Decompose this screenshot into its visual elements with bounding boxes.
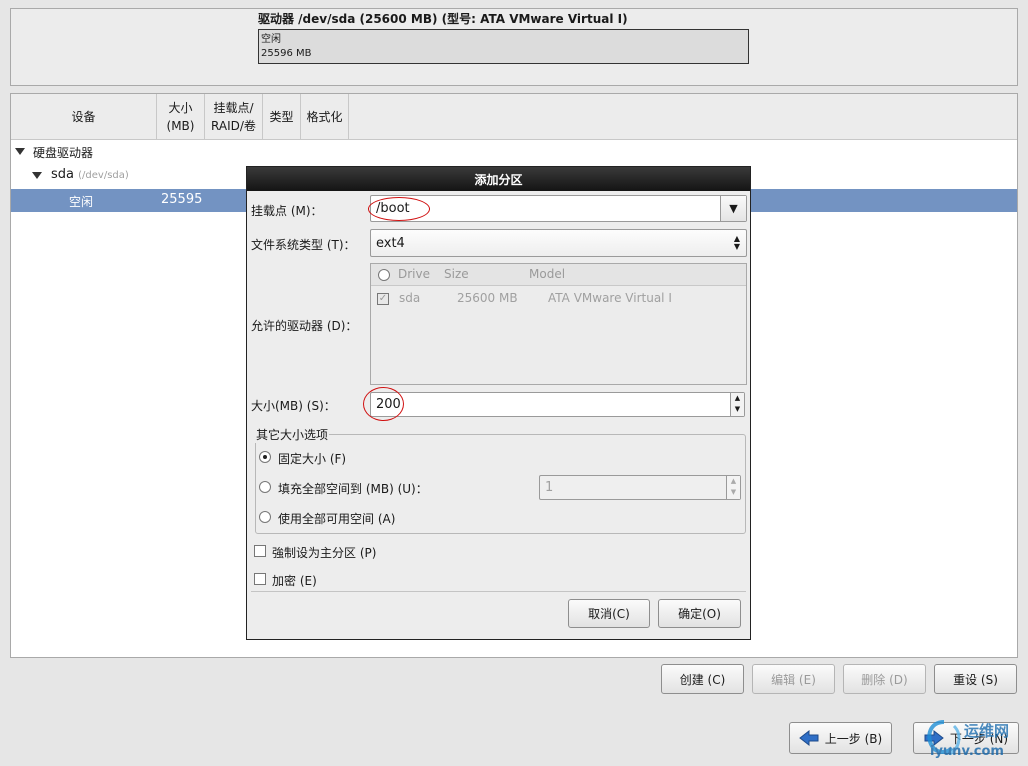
dialog-title: 添加分区 (247, 167, 750, 191)
drive-bar-label: 空闲 (261, 34, 281, 45)
force-primary-label[interactable]: 強制设为主分区 (P) (272, 544, 376, 561)
allowed-drives-list[interactable]: Drive Size Model ✓ sda 25600 MB ATA VMwa… (370, 263, 747, 385)
filesystem-type-value: ext4 (376, 235, 405, 251)
tree-item-disk[interactable]: sda (/dev/sda) (51, 167, 129, 182)
disk-path: (/dev/sda) (78, 170, 129, 181)
back-arrow-icon (798, 730, 819, 746)
cancel-button[interactable]: 取消(C) (568, 599, 650, 628)
column-header-type[interactable]: 类型 (263, 94, 301, 140)
allowed-drives-label: 允许的驱动器 (D)： (251, 319, 358, 333)
drive-sda-checkbox[interactable]: ✓ (377, 293, 389, 305)
annotation-ellipse (363, 387, 404, 421)
back-button[interactable]: 上一步 (B) (789, 722, 892, 754)
expander-down-icon[interactable] (15, 148, 25, 155)
tree-group-hard-drives[interactable]: 硬盘驱动器 (33, 144, 93, 161)
create-button[interactable]: 创建 (C) (661, 664, 744, 694)
drive-list-col-size[interactable]: Size (444, 267, 469, 281)
size-label: 大小(MB) (S)： (251, 399, 336, 413)
fixed-size-label[interactable]: 固定大小 (F) (278, 450, 346, 467)
filesystem-type-label: 文件系统类型 (T)： (251, 238, 356, 252)
column-header-mount[interactable]: 挂载点/ RAID/卷 (205, 94, 263, 140)
drive-list-header: Drive Size Model (371, 264, 746, 286)
fill-to-label[interactable]: 填充全部空间到 (MB) (U)： (278, 480, 428, 497)
size-spinbox[interactable]: 200 ▲ ▼ (370, 392, 745, 417)
force-primary-checkbox[interactable] (254, 545, 266, 557)
edit-button[interactable]: 编辑 (E) (752, 664, 835, 694)
delete-button[interactable]: 删除 (D) (843, 664, 926, 694)
header-select-radio (378, 269, 390, 281)
column-header-filler (349, 94, 1017, 140)
watermark-text-bottom: iyunv.com (930, 744, 1004, 759)
fill-to-radio[interactable] (259, 481, 271, 493)
drive-title: 驱动器 /dev/sda (25600 MB) (型号: ATA VMware … (258, 12, 628, 26)
ok-button[interactable]: 确定(O) (658, 599, 741, 628)
expander-down-icon[interactable] (32, 172, 42, 179)
drive-list-col-drive[interactable]: Drive (398, 267, 430, 281)
annotation-ellipse (368, 197, 430, 221)
fill-all-radio[interactable] (259, 511, 271, 523)
fill-to-spinbox[interactable]: 1 ▲ ▼ (539, 475, 741, 500)
fixed-size-radio[interactable] (259, 451, 271, 463)
reset-button[interactable]: 重设 (S) (934, 664, 1017, 694)
spin-arrows-icon[interactable]: ▲ ▼ (726, 476, 740, 499)
mount-point-label: 挂载点 (M)： (251, 204, 323, 218)
encrypt-label[interactable]: 加密 (E) (272, 572, 317, 589)
fill-to-value: 1 (545, 480, 554, 495)
watermark-logo: 运维网 iyunv.com (922, 716, 1026, 766)
drive-bar-size: 25596 MB (261, 48, 312, 59)
drive-list-col-model[interactable]: Model (529, 267, 565, 281)
watermark-text-top: 运维网 (964, 722, 1010, 740)
disk-name: sda (51, 167, 74, 182)
add-partition-dialog: 添加分区 挂载点 (M)： /boot ▼ 文件系统类型 (T)： ext4 ▲… (246, 166, 751, 640)
back-button-label: 上一步 (B) (824, 731, 883, 746)
filesystem-type-select[interactable]: ext4 ▲ ▼ (370, 229, 747, 257)
drive-free-space-bar[interactable]: 空闲 25596 MB (258, 29, 749, 64)
other-size-options-title: 其它大小选项 (255, 426, 330, 443)
drive-row-name: sda (399, 291, 421, 305)
column-header-format[interactable]: 格式化 (301, 94, 349, 140)
dialog-separator (251, 591, 746, 592)
spin-arrows-icon[interactable]: ▲ ▼ (730, 393, 744, 416)
free-row-size: 25595 (161, 192, 203, 207)
column-header-device[interactable]: 设备 (11, 94, 157, 140)
drive-row-model: ATA VMware Virtual I (548, 291, 672, 305)
chevron-down-icon[interactable]: ▼ (720, 196, 746, 221)
fill-all-label[interactable]: 使用全部可用空间 (A) (278, 510, 395, 527)
free-row-device: 空闲 (69, 195, 94, 209)
encrypt-checkbox[interactable] (254, 573, 266, 585)
column-header-size[interactable]: 大小 (MB) (157, 94, 205, 140)
drive-row-size: 25600 MB (457, 291, 518, 305)
updown-arrows-icon: ▲ ▼ (733, 234, 740, 251)
